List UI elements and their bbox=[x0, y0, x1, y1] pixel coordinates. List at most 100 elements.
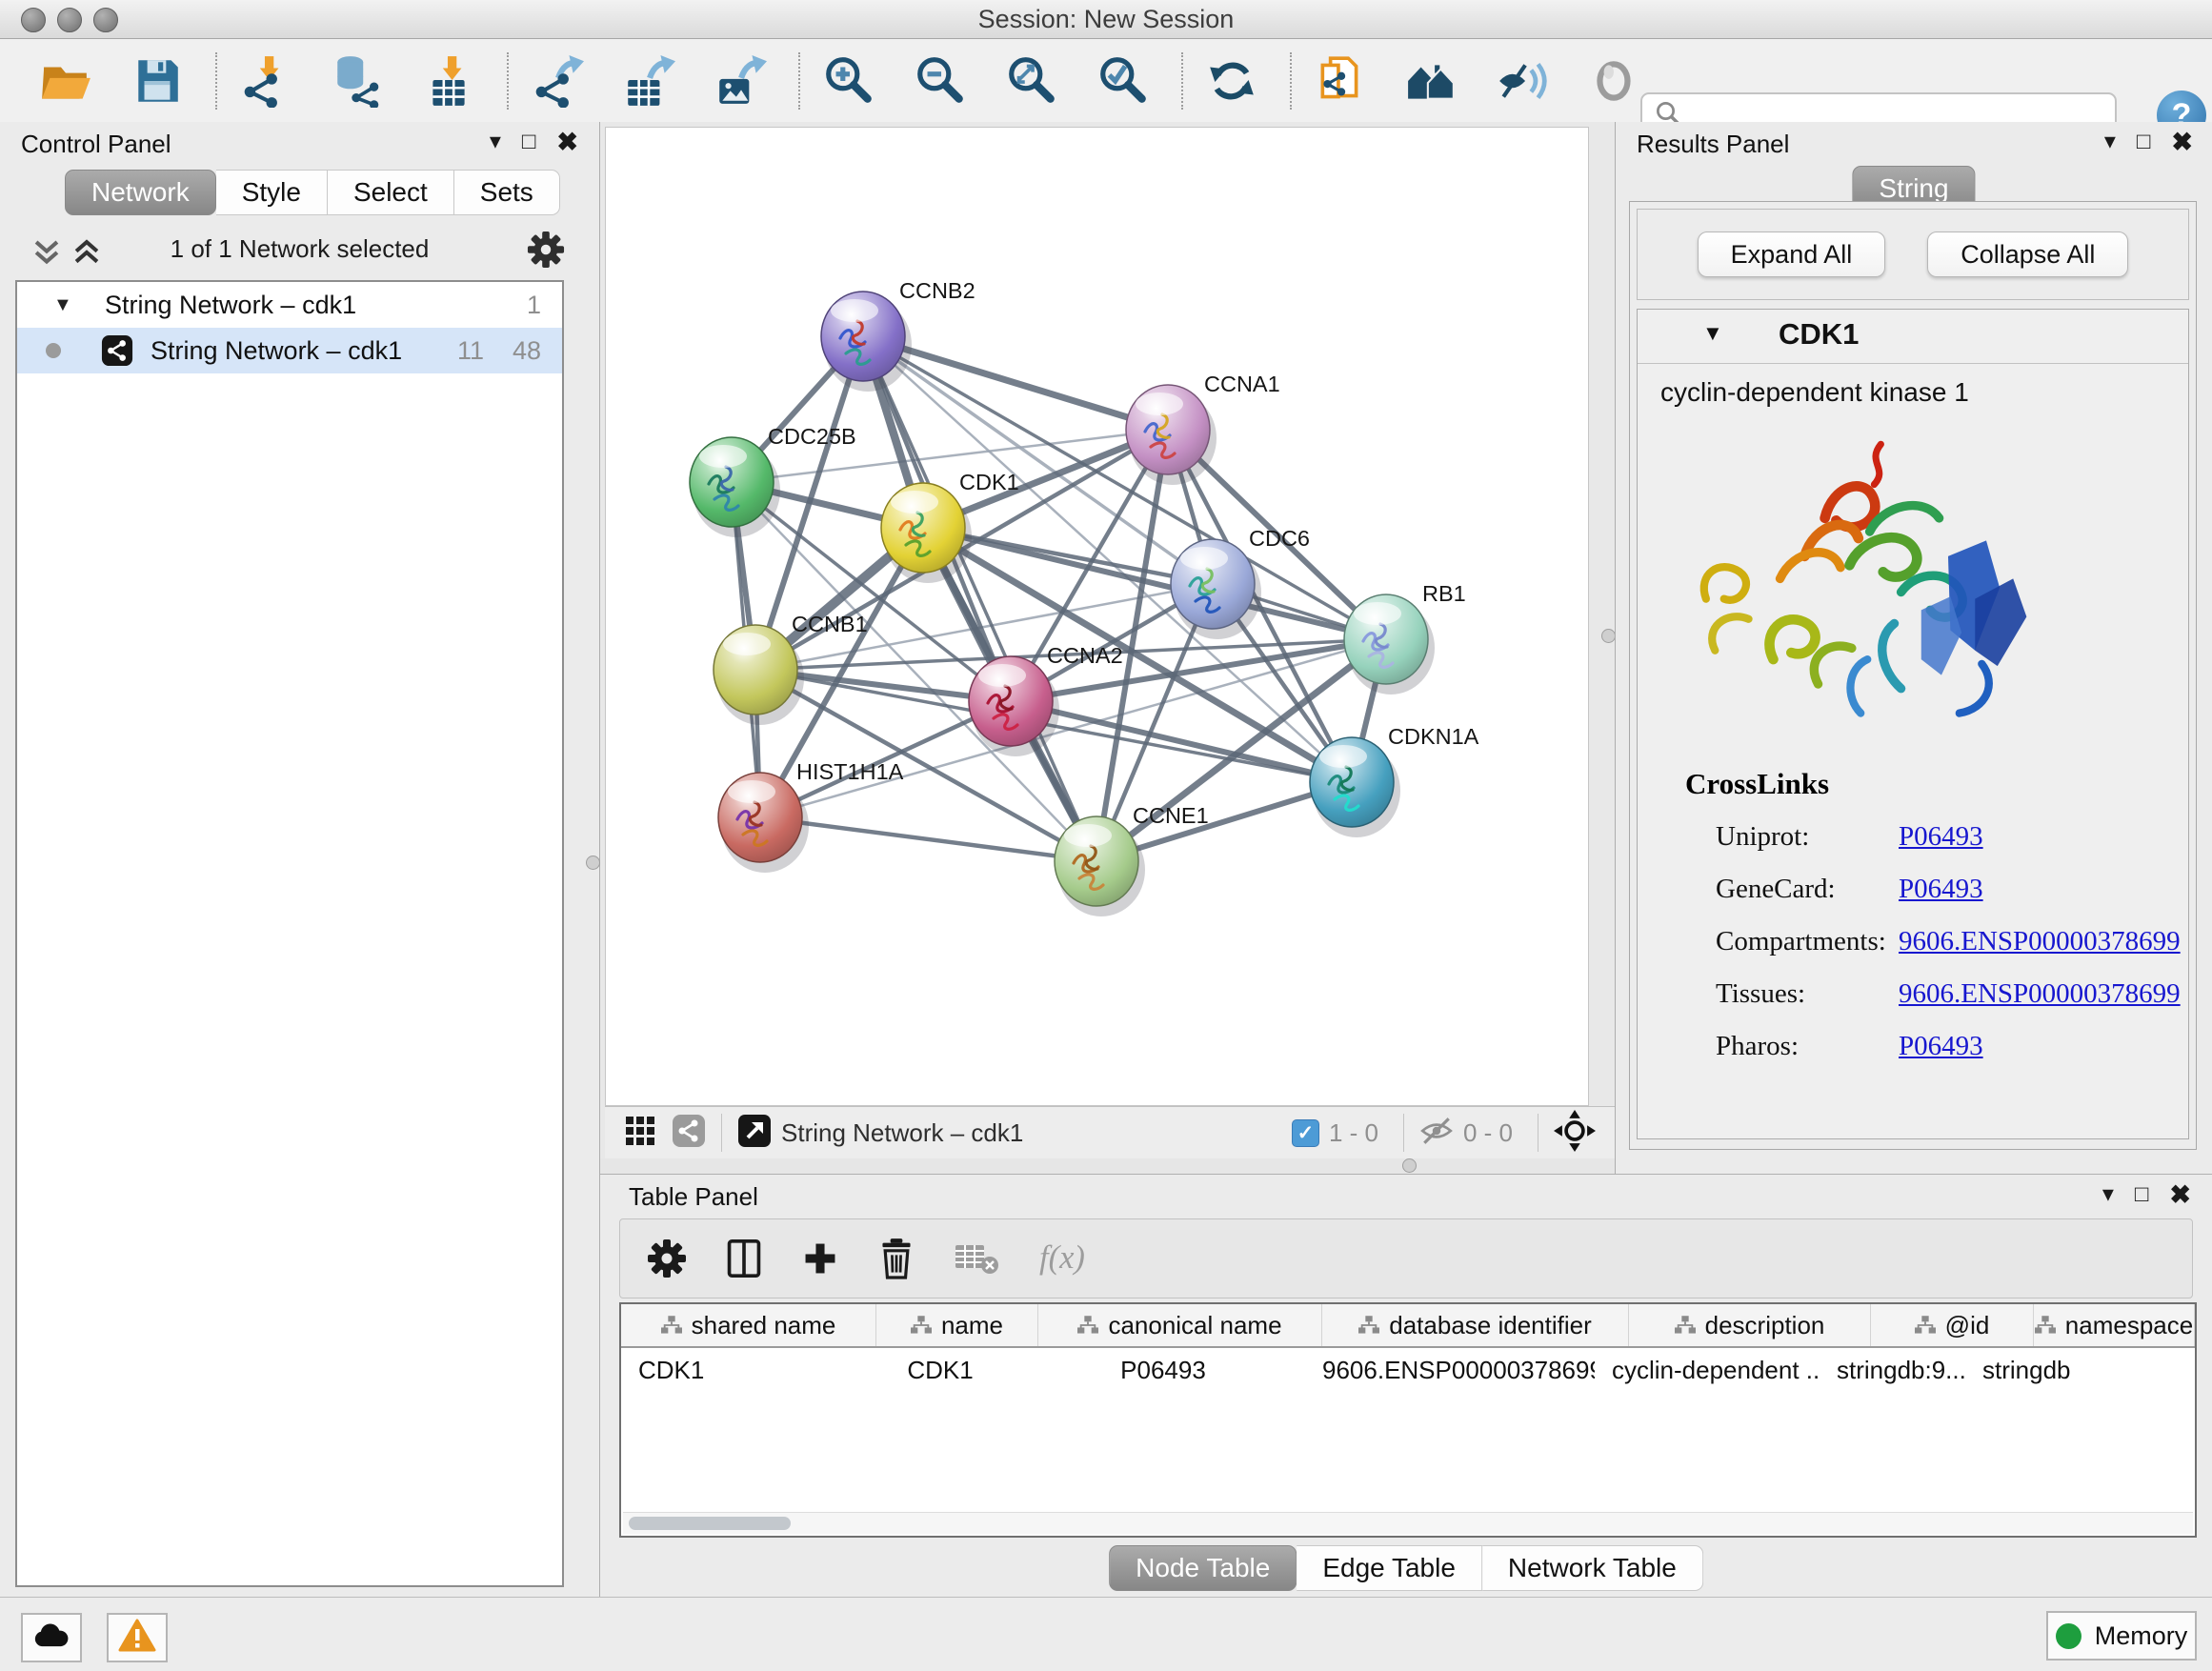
add-column-button[interactable] bbox=[801, 1238, 839, 1279]
left-splitter-handle[interactable] bbox=[586, 856, 600, 870]
network-label: String Network – cdk1 bbox=[151, 328, 402, 373]
scrollbar-thumb[interactable] bbox=[629, 1517, 791, 1530]
horizontal-splitter[interactable] bbox=[600, 1158, 1615, 1174]
svg-text:f(x): f(x) bbox=[1039, 1239, 1085, 1276]
tab-edge-table[interactable]: Edge Table bbox=[1297, 1545, 1482, 1591]
column-header-database-identifier[interactable]: database identifier bbox=[1322, 1304, 1629, 1346]
network-canvas[interactable]: CCNB2CCNA1CDC25BCDK1CDC6RB1CCNB1CCNA2CDK… bbox=[605, 127, 1589, 1106]
gene-section-header[interactable]: ▼ CDK1 bbox=[1638, 310, 2188, 364]
tab-network-table[interactable]: Network Table bbox=[1482, 1545, 1703, 1591]
network-type-icon bbox=[672, 1114, 706, 1153]
memory-button[interactable]: Memory bbox=[2046, 1611, 2197, 1661]
open-session-button[interactable] bbox=[38, 53, 93, 109]
hidden-eye-icon[interactable] bbox=[1419, 1116, 1454, 1151]
toolbar-separator bbox=[798, 52, 800, 110]
tab-select[interactable]: Select bbox=[328, 170, 454, 215]
export-network-button[interactable] bbox=[530, 53, 585, 109]
zoom-out-button[interactable] bbox=[913, 53, 968, 109]
delete-column-button[interactable] bbox=[877, 1238, 915, 1279]
panel-close-icon[interactable]: ✖ bbox=[556, 128, 578, 156]
copy-view-button[interactable] bbox=[1313, 53, 1368, 109]
crosslink-link[interactable]: 9606.ENSP00000378699 bbox=[1899, 978, 2181, 1010]
zoom-fit-button[interactable] bbox=[1004, 53, 1059, 109]
panel-menu-icon[interactable]: ▾ bbox=[2104, 128, 2116, 156]
import-network-database-button[interactable] bbox=[330, 53, 385, 109]
splitter-handle[interactable] bbox=[1402, 1158, 1417, 1173]
collection-count: 1 bbox=[527, 282, 541, 328]
toggle-glass-ball-button[interactable] bbox=[1587, 53, 1642, 109]
column-header-shared-name[interactable]: shared name bbox=[621, 1304, 876, 1346]
panel-float-icon[interactable]: □ bbox=[2137, 128, 2151, 156]
collection-disclosure-icon[interactable]: ▼ bbox=[53, 282, 72, 328]
panel-menu-icon[interactable]: ▾ bbox=[2102, 1180, 2114, 1209]
export-image-button[interactable] bbox=[713, 53, 768, 109]
crosslink-link[interactable]: P06493 bbox=[1899, 874, 1983, 905]
column-header-canonical-name[interactable]: canonical name bbox=[1038, 1304, 1322, 1346]
save-session-button[interactable] bbox=[130, 53, 185, 109]
crosslink-link[interactable]: 9606.ENSP00000378699 bbox=[1899, 926, 2181, 957]
panel-float-icon[interactable]: □ bbox=[2135, 1180, 2149, 1209]
table-row[interactable]: CDK1CDK1P064939606.ENSP00000378699cyclin… bbox=[621, 1348, 2195, 1392]
toolbar-separator bbox=[215, 52, 217, 110]
toggle-enhanced-labels-button[interactable] bbox=[1496, 53, 1551, 109]
tab-style[interactable]: Style bbox=[216, 170, 328, 215]
zoom-selected-button[interactable] bbox=[1096, 53, 1151, 109]
refresh-button[interactable] bbox=[1204, 53, 1259, 109]
warnings-button[interactable] bbox=[107, 1613, 168, 1662]
cloud-icon bbox=[32, 1621, 70, 1656]
network-row-selected[interactable]: String Network – cdk1 11 48 bbox=[17, 328, 562, 373]
node-table[interactable]: shared namenamecanonical namedatabase id… bbox=[619, 1302, 2197, 1538]
string-home-button[interactable] bbox=[1404, 53, 1459, 109]
column-header-namespace[interactable]: namespace bbox=[2034, 1304, 2195, 1346]
panel-menu-icon[interactable]: ▾ bbox=[490, 128, 501, 156]
crosslink-row: Compartments:9606.ENSP00000378699 bbox=[1716, 916, 2188, 968]
cloud-button[interactable] bbox=[21, 1613, 82, 1662]
column-header-description[interactable]: description bbox=[1629, 1304, 1871, 1346]
network-view-title: String Network – cdk1 bbox=[781, 1118, 1292, 1148]
gene-disclosure-icon[interactable]: ▼ bbox=[1702, 321, 1723, 346]
collapse-all-button[interactable]: Collapse All bbox=[1927, 232, 2128, 277]
panel-close-icon[interactable]: ✖ bbox=[2169, 1180, 2191, 1209]
table-horizontal-scrollbar[interactable] bbox=[623, 1512, 2193, 1534]
table-tabs: Node TableEdge TableNetwork Table bbox=[1109, 1545, 1703, 1591]
open-in-window-icon[interactable] bbox=[737, 1114, 772, 1153]
memory-status-dot bbox=[2056, 1623, 2081, 1649]
tab-sets[interactable]: Sets bbox=[454, 170, 560, 215]
toolbar-separator bbox=[1181, 52, 1183, 110]
selected-counts: 1 - 0 bbox=[1329, 1118, 1378, 1148]
birdseye-view-icon[interactable] bbox=[624, 1115, 656, 1152]
split-panel-button[interactable] bbox=[725, 1238, 763, 1279]
tab-network[interactable]: Network bbox=[65, 170, 216, 215]
expand-all-button[interactable]: Expand All bbox=[1698, 232, 1886, 277]
column-header-name[interactable]: name bbox=[876, 1304, 1038, 1346]
fit-selected-icon[interactable] bbox=[1554, 1110, 1596, 1157]
svg-text:CDC25B: CDC25B bbox=[768, 424, 856, 449]
string-results-container: Expand All Collapse All ▼ CDK1 cyclin-de… bbox=[1629, 201, 2197, 1150]
panel-close-icon[interactable]: ✖ bbox=[2171, 128, 2193, 156]
selected-nodes-checkbox[interactable]: ✓ bbox=[1292, 1119, 1319, 1147]
network-statusbar: String Network – cdk1 ✓ 1 - 0 0 - 0 bbox=[605, 1106, 1615, 1159]
zoom-in-button[interactable] bbox=[821, 53, 876, 109]
network-options-gear-icon[interactable] bbox=[527, 231, 565, 269]
column-header-at-id[interactable]: @id bbox=[1871, 1304, 2034, 1346]
gene-description: cyclin-dependent kinase 1 bbox=[1638, 364, 2188, 408]
main-toolbar: ? bbox=[0, 39, 2212, 123]
network-state-dot bbox=[46, 343, 61, 358]
svg-text:CCNA1: CCNA1 bbox=[1204, 372, 1280, 396]
crosslink-label: Compartments: bbox=[1716, 926, 1899, 957]
import-table-button[interactable] bbox=[421, 53, 476, 109]
export-table-button[interactable] bbox=[621, 53, 676, 109]
crosslink-row: Tissues:9606.ENSP00000378699 bbox=[1716, 968, 2188, 1020]
crosslink-link[interactable]: P06493 bbox=[1899, 1031, 1983, 1062]
network-collection-row[interactable]: ▼ String Network – cdk1 1 bbox=[17, 282, 562, 328]
table-settings-button[interactable] bbox=[647, 1238, 687, 1278]
panel-float-icon[interactable]: □ bbox=[522, 128, 536, 156]
crosslink-link[interactable]: P06493 bbox=[1899, 821, 1983, 853]
svg-text:CDC6: CDC6 bbox=[1249, 526, 1310, 551]
control-panel-tabs: NetworkStyleSelectSets bbox=[65, 170, 560, 215]
tab-node-table[interactable]: Node Table bbox=[1109, 1545, 1297, 1591]
import-network-file-button[interactable] bbox=[238, 53, 293, 109]
toolbar-separator bbox=[507, 52, 509, 110]
right-splitter-handle[interactable] bbox=[1601, 629, 1616, 643]
crosslink-label: GeneCard: bbox=[1716, 874, 1899, 905]
